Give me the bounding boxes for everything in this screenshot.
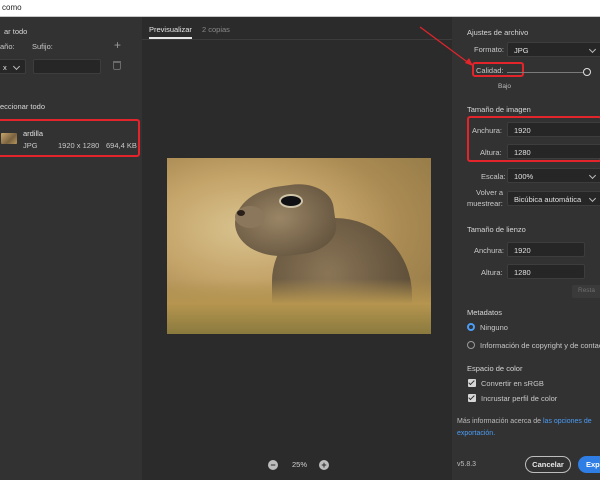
annotation-arrow-line [419,26,471,65]
annotation-arrow-head [465,58,473,66]
annotation-arrow-overlay [419,26,473,66]
